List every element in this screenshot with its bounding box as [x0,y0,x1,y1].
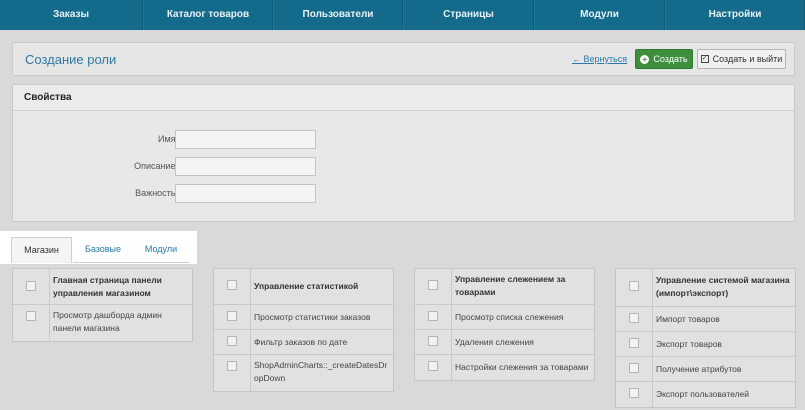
tab-basic[interactable]: Базовые [75,237,131,263]
permission-item: Экспорт пользователей [616,382,795,407]
plus-icon: + [640,54,650,64]
permission-label: Получение атрибутов [656,364,742,374]
permission-checkbox[interactable] [428,361,438,371]
permission-checkbox[interactable] [428,311,438,321]
permission-label: Удаления слежения [455,337,534,347]
group-checkbox[interactable] [227,280,237,290]
permission-checkbox[interactable] [227,311,237,321]
permission-item: Импорт товаров [616,307,795,332]
group-checkbox[interactable] [629,281,639,291]
description-row: Описание: [13,157,333,176]
permission-checkbox[interactable] [629,363,639,373]
description-label: Описание: [134,161,178,171]
permission-group-header: Управление статистикой [214,269,393,305]
permission-group-header: Управление системой магазина (импорт\экс… [616,269,795,307]
permission-group-tracking: Управление слежением за товарами Просмот… [414,268,595,381]
permission-label: Фильтр заказов по дате [254,337,348,347]
importance-row: Важность: [13,184,333,203]
permission-checkbox[interactable] [629,338,639,348]
name-row: Имя: [13,130,333,149]
tab-shop[interactable]: Магазин [11,237,72,263]
back-link[interactable]: ← Вернуться [572,54,627,64]
permission-group-header: Управление слежением за товарами [415,269,594,305]
permission-checkbox[interactable] [428,336,438,346]
permission-group-import-export: Управление системой магазина (импорт\экс… [615,268,796,408]
create-button-label: Создать [653,54,688,64]
permission-item: Настройки слежения за товарами [415,355,594,380]
permission-item: Просмотр дашборда админ панели магазина [13,305,192,341]
page-title: Создание роли [25,52,117,67]
permission-item: Фильтр заказов по дате [214,330,393,355]
permission-item: Получение атрибутов [616,357,795,382]
permission-label: Просмотр списка слежения [455,312,564,322]
name-input[interactable] [175,130,316,149]
nav-item-users[interactable]: Пользователи [273,0,403,30]
permission-group-header: Главная страница панели управления магаз… [13,269,192,305]
permission-checkbox[interactable] [227,361,237,371]
properties-panel: Свойства Имя: Описание: Важность: [12,84,795,222]
permission-checkbox[interactable] [629,313,639,323]
nav-item-modules[interactable]: Модули [534,0,665,30]
nav-item-orders[interactable]: Заказы [0,0,143,30]
importance-label: Важность: [135,188,178,198]
permission-checkbox[interactable] [629,388,639,398]
permission-group-dashboard: Главная страница панели управления магаз… [12,268,193,342]
create-and-exit-button[interactable]: ✓ Создать и выйти [697,49,786,69]
permission-group-title: Управление слежением за товарами [455,274,566,297]
permission-group-title: Управление статистикой [254,281,359,291]
permission-item: Удаления слежения [415,330,594,355]
group-checkbox[interactable] [428,280,438,290]
properties-heading: Свойства [13,85,794,111]
permission-item: Просмотр статистики заказов [214,305,393,330]
permission-item: Просмотр списка слежения [415,305,594,330]
permission-item: ShopAdminCharts::_createDatesDropDown [214,355,393,391]
permission-label: Экспорт пользователей [656,389,749,399]
permission-label: Просмотр статистики заказов [254,312,371,322]
permission-label: Экспорт товаров [656,339,722,349]
group-checkbox[interactable] [26,281,36,291]
checkbox-icon: ✓ [700,55,709,63]
top-navigation: Заказы Каталог товаров Пользователи Стра… [0,0,805,30]
nav-item-catalog[interactable]: Каталог товаров [143,0,273,30]
nav-item-pages[interactable]: Страницы [403,0,534,30]
permission-label: ShopAdminCharts::_createDatesDropDown [254,360,388,383]
permission-checkbox[interactable] [227,336,237,346]
tab-modules[interactable]: Модули [133,237,189,263]
importance-input[interactable] [175,184,316,203]
permission-group-statistics: Управление статистикой Просмотр статисти… [213,268,394,392]
create-and-exit-label: Создать и выйти [712,54,783,64]
create-button[interactable]: + Создать [635,49,693,69]
permission-label: Импорт товаров [656,314,720,324]
tab-divider [73,262,189,263]
tab-bar: Магазин Базовые Модули [0,231,197,264]
page-header: Создание роли ← Вернуться + Создать ✓ Со… [12,42,795,76]
permission-item: Экспорт товаров [616,332,795,357]
permission-label: Просмотр дашборда админ панели магазина [53,310,162,333]
description-input[interactable] [175,157,316,176]
permission-group-title: Главная страница панели управления магаз… [53,275,162,298]
permission-label: Настройки слежения за товарами [455,362,589,372]
permission-group-title: Управление системой магазина (импорт\экс… [656,275,790,298]
nav-item-settings[interactable]: Настройки [665,0,805,30]
permission-checkbox[interactable] [26,311,36,321]
